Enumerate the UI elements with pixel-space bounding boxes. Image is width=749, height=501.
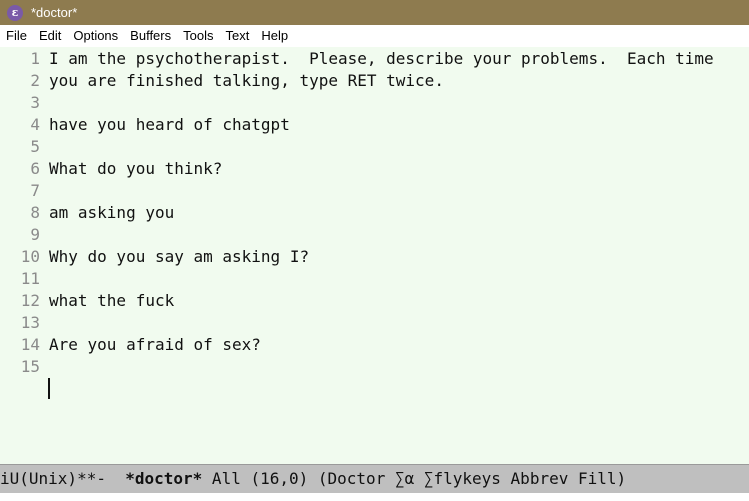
line-number: 4 xyxy=(30,115,40,134)
mode-line[interactable]: iU(Unix)**- *doctor* All (16,0) (Doctor … xyxy=(0,464,749,493)
buffer-line: 2 you are finished talking, type RET twic… xyxy=(0,70,749,92)
buffer-line: 5 xyxy=(0,136,749,158)
buffer-line: 12 what the fuck xyxy=(0,290,749,312)
minibuffer[interactable] xyxy=(0,493,749,501)
modeline-buffer-name[interactable]: *doctor* xyxy=(125,469,202,488)
modeline-position-modes: All (16,0) (Doctor ∑α ∑flykeys Abbrev Fi… xyxy=(202,469,627,488)
buffer-line: 7 xyxy=(0,180,749,202)
line-number: 2 xyxy=(30,71,40,90)
menu-tools[interactable]: Tools xyxy=(176,25,218,47)
line-number: 15 xyxy=(20,357,40,376)
buffer-line: 4 have you heard of chatgpt xyxy=(0,114,749,136)
buffer-line: 9 xyxy=(0,224,749,246)
line-text: Why do you say am asking I? xyxy=(49,247,310,266)
buffer-line: 14 Are you afraid of sex? xyxy=(0,334,749,356)
menu-options[interactable]: Options xyxy=(66,25,123,47)
window-title: *doctor* xyxy=(31,5,78,20)
line-text: what the fuck xyxy=(49,291,175,310)
line-text: What do you think? xyxy=(49,159,223,178)
line-number: 9 xyxy=(30,225,40,244)
buffer-line: 13 xyxy=(0,312,749,334)
text-cursor xyxy=(48,378,50,399)
line-number: 6 xyxy=(30,159,40,178)
line-number: 3 xyxy=(30,93,40,112)
editor-buffer[interactable]: 1 I am the psychotherapist. Please, descr… xyxy=(0,47,749,464)
line-number: 5 xyxy=(30,137,40,156)
menu-edit[interactable]: Edit xyxy=(32,25,66,47)
menu-file[interactable]: File xyxy=(0,25,32,47)
line-number: 11 xyxy=(20,269,40,288)
menu-bar: File Edit Options Buffers Tools Text Hel… xyxy=(0,25,749,47)
line-number: 1 xyxy=(30,49,40,68)
title-bar: ε *doctor* xyxy=(0,0,749,25)
line-text: I am the psychotherapist. Please, descri… xyxy=(49,49,714,68)
buffer-line: 11 xyxy=(0,268,749,290)
menu-help[interactable]: Help xyxy=(254,25,293,47)
buffer-line: 1 I am the psychotherapist. Please, descr… xyxy=(0,48,749,70)
line-number: 13 xyxy=(20,313,40,332)
line-number: 10 xyxy=(20,247,40,266)
buffer-line: 8 am asking you xyxy=(0,202,749,224)
buffer-line: 15 xyxy=(0,356,749,378)
line-text: have you heard of chatgpt xyxy=(49,115,290,134)
line-number: 8 xyxy=(30,203,40,222)
buffer-line: 10 Why do you say am asking I? xyxy=(0,246,749,268)
emacs-icon: ε xyxy=(7,4,23,21)
menu-buffers[interactable]: Buffers xyxy=(123,25,176,47)
buffer-line: 6 What do you think? xyxy=(0,158,749,180)
line-number: 7 xyxy=(30,181,40,200)
menu-text[interactable]: Text xyxy=(218,25,254,47)
buffer-line: 3 xyxy=(0,92,749,114)
modeline-status: iU(Unix)**- xyxy=(0,469,126,488)
line-number: 12 xyxy=(20,291,40,310)
line-number: 14 xyxy=(20,335,40,354)
line-text: am asking you xyxy=(49,203,175,222)
line-text: Are you afraid of sex? xyxy=(49,335,261,354)
line-text: you are finished talking, type RET twice… xyxy=(49,71,444,90)
